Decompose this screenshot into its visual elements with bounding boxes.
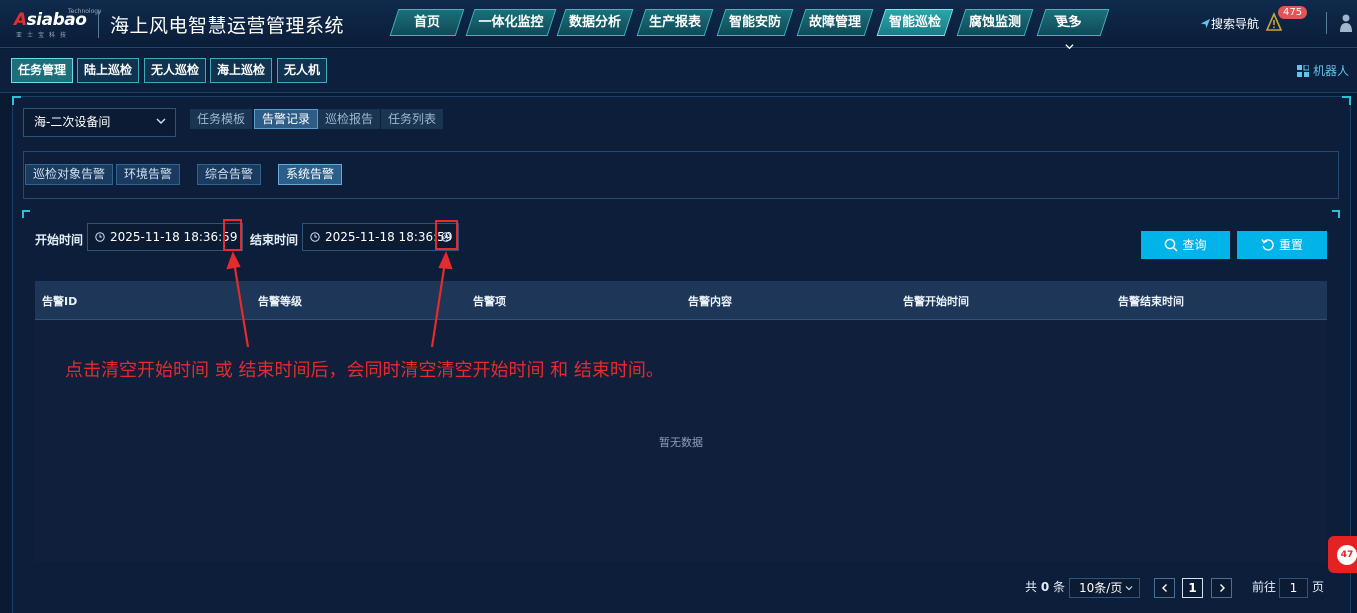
panel-corner bbox=[12, 96, 21, 105]
end-time-value: 2025-11-18 18:36:59 bbox=[325, 230, 453, 244]
subnav-unmanned-inspection[interactable]: 无人巡检 bbox=[144, 58, 207, 83]
robot-grid-icon bbox=[1297, 65, 1309, 77]
floating-help-button[interactable]: 47 bbox=[1328, 536, 1357, 573]
nav-smart-inspection[interactable]: 智能巡检 bbox=[876, 9, 954, 36]
alarm-type-system[interactable]: 系统告警 bbox=[278, 164, 343, 185]
subnav-offshore-inspection[interactable]: 海上巡检 bbox=[210, 58, 273, 83]
search-icon bbox=[1165, 238, 1178, 252]
brand-sub: 亚士宝科技 bbox=[16, 32, 72, 39]
user-icon[interactable] bbox=[1338, 12, 1354, 34]
brand-tech: Technology bbox=[68, 8, 102, 15]
col-alarm-start-time: 告警开始时间 bbox=[903, 295, 969, 308]
nav-corrosion-monitoring[interactable]: 腐蚀监测 bbox=[956, 9, 1034, 36]
nav-data-analysis[interactable]: 数据分析 bbox=[556, 9, 634, 36]
send-icon bbox=[1200, 18, 1211, 29]
query-button[interactable]: 查询 bbox=[1141, 231, 1230, 259]
next-page-button[interactable] bbox=[1211, 578, 1232, 598]
refresh-icon bbox=[1261, 239, 1274, 251]
goto-suffix: 页 bbox=[1312, 580, 1325, 594]
tab-task-list[interactable]: 任务列表 bbox=[381, 109, 444, 129]
nav-more[interactable]: 更多 bbox=[1036, 9, 1110, 50]
floating-badge-count: 47 bbox=[1337, 545, 1357, 565]
chevron-down-icon bbox=[156, 118, 166, 124]
query-button-label: 查询 bbox=[1182, 238, 1207, 252]
goto-page-input[interactable]: 1 bbox=[1279, 578, 1308, 598]
clock-icon bbox=[310, 232, 320, 242]
goto-prefix: 前往 bbox=[1252, 580, 1277, 594]
table-header: 告警ID 告警等级 告警项 告警内容 告警开始时间 告警结束时间 bbox=[35, 281, 1327, 320]
tab-alarm-records[interactable]: 告警记录 bbox=[254, 109, 319, 129]
col-alarm-end-time: 告警结束时间 bbox=[1118, 295, 1184, 308]
col-alarm-item: 告警项 bbox=[473, 295, 506, 308]
col-alarm-content: 告警内容 bbox=[688, 295, 732, 308]
location-select-value: 海-二次设备间 bbox=[34, 115, 111, 129]
nav-smart-security[interactable]: 智能安防 bbox=[716, 9, 794, 36]
page-size-value: 10条/页 bbox=[1079, 581, 1123, 595]
empty-state-text: 暂无数据 bbox=[659, 436, 703, 449]
tab-task-template[interactable]: 任务模板 bbox=[190, 109, 253, 129]
search-nav-label: 搜索导航 bbox=[1211, 17, 1260, 31]
company-logo: Asiabao Technology 亚士宝科技 bbox=[14, 8, 102, 39]
header-divider bbox=[1326, 12, 1327, 34]
sub-nav: 任务管理 陆上巡检 无人巡检 海上巡检 无人机 bbox=[0, 49, 1357, 93]
alarm-type-environment[interactable]: 环境告警 bbox=[116, 164, 181, 185]
search-nav-button[interactable]: 搜索导航 bbox=[1200, 15, 1259, 32]
nav-fault-management[interactable]: 故障管理 bbox=[796, 9, 874, 36]
reset-button-label: 重置 bbox=[1278, 238, 1303, 252]
location-select[interactable]: 海-二次设备间 bbox=[23, 108, 176, 137]
start-time-value: 2025-11-18 18:36:59 bbox=[110, 230, 238, 244]
logo-divider bbox=[98, 10, 99, 38]
alarm-type-inspection-object[interactable]: 巡检对象告警 bbox=[25, 164, 114, 185]
highlight-end-clear bbox=[435, 220, 458, 250]
col-alarm-id: 告警ID bbox=[42, 295, 78, 308]
subnav-drone[interactable]: 无人机 bbox=[277, 58, 328, 83]
clock-icon bbox=[95, 232, 105, 242]
section-corner bbox=[22, 210, 30, 218]
page-size-select[interactable]: 10条/页 bbox=[1069, 578, 1140, 598]
panel-corner bbox=[1342, 96, 1351, 105]
reset-button[interactable]: 重置 bbox=[1237, 231, 1327, 259]
nav-production-report[interactable]: 生产报表 bbox=[636, 9, 714, 36]
section-corner bbox=[1332, 210, 1340, 218]
robot-label: 机器人 bbox=[1313, 64, 1350, 78]
highlight-start-clear bbox=[223, 219, 242, 251]
page-number-button[interactable]: 1 bbox=[1182, 578, 1203, 598]
system-title: 海上风电智慧运营管理系统 bbox=[110, 15, 345, 37]
nav-integrated-monitoring[interactable]: 一体化监控 bbox=[465, 9, 557, 36]
pagination-total: 共 0 条 bbox=[1025, 580, 1066, 594]
start-time-label: 开始时间 bbox=[35, 233, 84, 247]
top-header: Asiabao Technology 亚士宝科技 海上风电智慧运营管理系统 首页… bbox=[0, 0, 1357, 50]
robot-link[interactable]: 机器人 bbox=[1297, 62, 1349, 79]
subnav-task-management[interactable]: 任务管理 bbox=[11, 58, 74, 83]
end-time-label: 结束时间 bbox=[250, 233, 299, 247]
chevron-left-icon bbox=[1161, 584, 1167, 592]
alarm-type-comprehensive[interactable]: 综合告警 bbox=[197, 164, 262, 185]
start-time-input[interactable]: 2025-11-18 18:36:59 bbox=[87, 223, 243, 251]
chevron-right-icon bbox=[1219, 584, 1225, 592]
nav-home[interactable]: 首页 bbox=[389, 9, 465, 36]
col-alarm-level: 告警等级 bbox=[258, 295, 302, 308]
chevron-down-icon bbox=[1125, 586, 1133, 591]
notification-badge: 475 bbox=[1278, 6, 1308, 19]
tab-inspection-report[interactable]: 巡检报告 bbox=[318, 109, 381, 129]
subnav-land-inspection[interactable]: 陆上巡检 bbox=[77, 58, 140, 83]
annotation-text: 点击清空开始时间 或 结束时间后，会同时清空清空开始时间 和 结束时间。 bbox=[65, 360, 664, 381]
prev-page-button[interactable] bbox=[1154, 578, 1175, 598]
